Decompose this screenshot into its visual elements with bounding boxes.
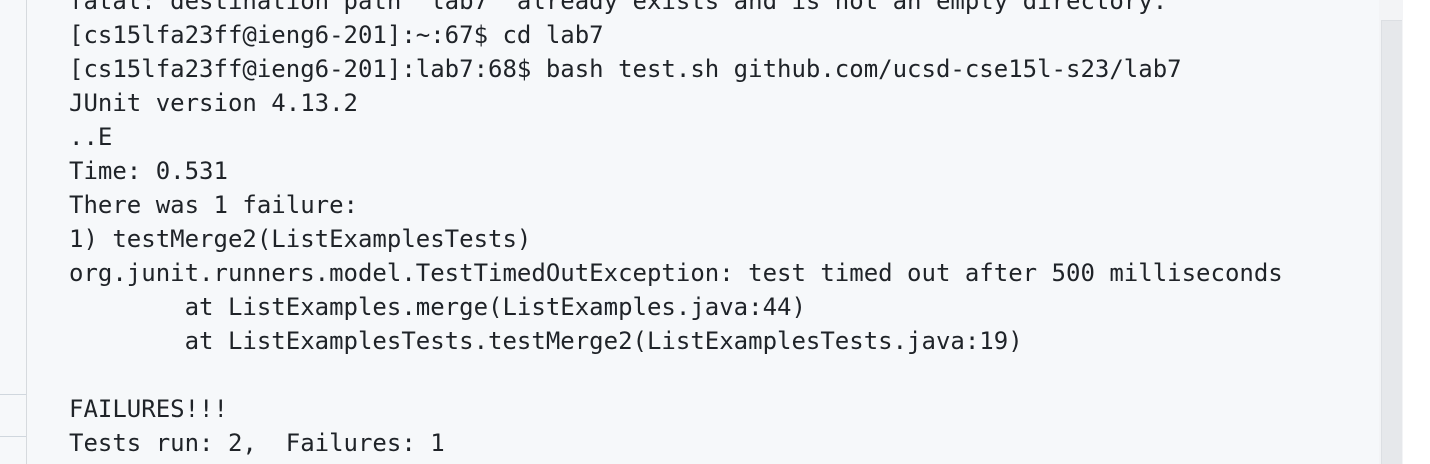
- terminal-line: Tests run: 2, Failures: 1: [69, 429, 445, 457]
- terminal-line: There was 1 failure:: [69, 191, 358, 219]
- terminal-line: [cs15lfa23ff@ieng6-201]:lab7:68$ bash te…: [69, 55, 1182, 83]
- terminal-line: org.junit.runners.model.TestTimedOutExce…: [69, 259, 1283, 287]
- terminal-line: ..E: [69, 123, 113, 151]
- terminal-output: fatal: destination path 'lab7' already e…: [69, 0, 1283, 460]
- terminal-line: fatal: destination path 'lab7' already e…: [69, 0, 1168, 15]
- terminal-output-panel: fatal: destination path 'lab7' already e…: [27, 0, 1379, 464]
- terminal-line: FAILURES!!!: [69, 395, 228, 423]
- left-gutter: [0, 0, 27, 464]
- right-margin: [1403, 0, 1430, 464]
- terminal-line: at ListExamplesTests.testMerge2(ListExam…: [69, 327, 1023, 355]
- terminal-line: 1) testMerge2(ListExamplesTests): [69, 225, 532, 253]
- terminal-line: Time: 0.531: [69, 157, 228, 185]
- screenshot-frame: fatal: destination path 'lab7' already e…: [0, 0, 1430, 464]
- gutter-divider: [0, 394, 26, 395]
- gutter-divider: [0, 436, 26, 437]
- terminal-line: at ListExamples.merge(ListExamples.java:…: [69, 293, 806, 321]
- terminal-line: JUnit version 4.13.2: [69, 89, 358, 117]
- terminal-line: [cs15lfa23ff@ieng6-201]:~:67$ cd lab7: [69, 21, 604, 49]
- scrollbar-thumb[interactable]: [1381, 20, 1402, 464]
